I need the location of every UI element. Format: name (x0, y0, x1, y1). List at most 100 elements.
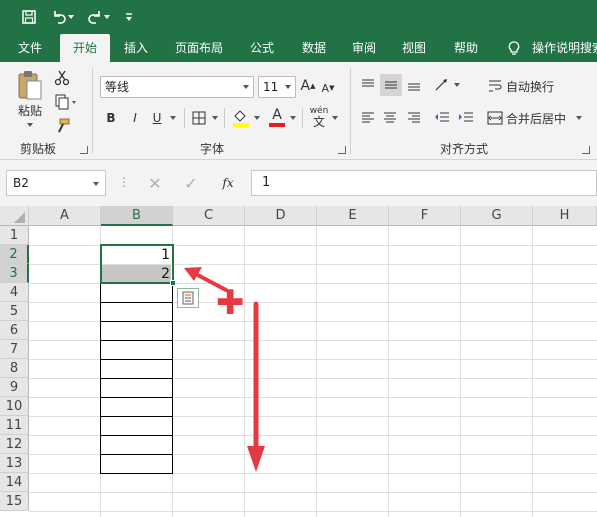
row-header-3[interactable]: 3 (0, 264, 29, 283)
alignment-group-label: 对齐方式 (440, 142, 489, 156)
row-header-13[interactable]: 13 (0, 454, 29, 473)
wrap-text-button[interactable]: 自动换行 (506, 76, 562, 96)
cell-border (100, 302, 173, 303)
row-header-10[interactable]: 10 (0, 397, 29, 416)
row-header-4[interactable]: 4 (0, 283, 29, 302)
tab-home[interactable]: 开始 (60, 34, 110, 62)
cell-border (100, 454, 173, 455)
italic-button[interactable]: I (126, 108, 144, 128)
group-divider (92, 68, 93, 154)
paste-dropdown-icon[interactable] (22, 120, 38, 130)
tab-page-layout[interactable]: 页面布局 (168, 34, 230, 62)
enter-icon[interactable]: ✓ (180, 172, 202, 194)
column-header-g[interactable]: G (461, 206, 533, 226)
formula-input[interactable]: 1 (251, 170, 597, 196)
ribbon-tabs: 文件 开始 插入 页面布局 公式 数据 审阅 视图 帮助 操作说明搜索 (0, 34, 597, 62)
annotation-plus-icon: ✚ (216, 283, 245, 323)
tab-file[interactable]: 文件 (8, 34, 52, 62)
increase-font-icon[interactable]: A ▲ (300, 76, 316, 96)
insert-function-button[interactable]: fx (216, 172, 240, 194)
divider (224, 108, 225, 128)
column-header-e[interactable]: E (317, 206, 389, 226)
tab-help[interactable]: 帮助 (444, 34, 488, 62)
row-header-8[interactable]: 8 (0, 359, 29, 378)
bold-button[interactable]: B (102, 108, 120, 128)
row-header-7[interactable]: 7 (0, 340, 29, 359)
column-header-b[interactable]: B (101, 206, 173, 226)
row-header-12[interactable]: 12 (0, 435, 29, 454)
row-header-1[interactable]: 1 (0, 226, 29, 245)
decrease-indent-icon[interactable] (432, 106, 452, 128)
cell-border (100, 416, 173, 417)
worksheet-grid[interactable]: A B C D E F G H 1 2 3 4 5 6 7 8 9 10 11 … (0, 206, 597, 517)
row-header-6[interactable]: 6 (0, 321, 29, 340)
borders-dropdown-icon[interactable] (210, 108, 220, 128)
row-header-5[interactable]: 5 (0, 302, 29, 321)
align-top-icon[interactable] (358, 74, 378, 96)
cut-icon[interactable] (52, 68, 72, 88)
font-size-box[interactable]: 11 (258, 76, 296, 98)
tab-formulas[interactable]: 公式 (240, 34, 284, 62)
chevron-down-icon (243, 85, 249, 89)
clipboard-group-label: 剪贴板 (20, 142, 57, 156)
chevron-down-icon (285, 85, 291, 89)
column-header-a[interactable]: A (29, 206, 101, 226)
customize-qat-icon[interactable] (118, 6, 140, 28)
clipboard-launcher-icon[interactable] (80, 146, 88, 154)
font-name-box[interactable]: 等线 (100, 76, 254, 98)
align-middle-icon[interactable] (380, 74, 402, 96)
merge-center-button[interactable]: 合并后居中 (506, 108, 572, 128)
format-painter-icon[interactable] (52, 116, 72, 136)
formula-bar-grip-icon: ⋮ (118, 175, 130, 189)
align-right-icon[interactable] (404, 106, 424, 128)
phonetic-guide-button[interactable]: wén 文 (308, 104, 330, 130)
merge-center-icon[interactable] (486, 108, 504, 128)
divider (184, 108, 185, 128)
underline-dropdown-icon[interactable] (168, 108, 178, 128)
phonetic-dropdown-icon[interactable] (330, 108, 340, 128)
cell-b3[interactable]: 2 (102, 265, 172, 283)
decrease-font-icon[interactable]: A ▼ (320, 78, 336, 98)
tab-data[interactable]: 数据 (292, 34, 336, 62)
orientation-icon[interactable] (432, 74, 452, 96)
alignment-launcher-icon[interactable] (582, 146, 590, 154)
copy-icon[interactable] (52, 92, 80, 112)
row-header-2[interactable]: 2 (0, 245, 29, 264)
name-box[interactable]: B2 (6, 170, 106, 196)
column-header-c[interactable]: C (173, 206, 245, 226)
cancel-icon[interactable]: ✕ (144, 172, 166, 194)
formula-bar: B2 ⋮ ✕ ✓ fx 1 (0, 160, 597, 206)
paste-icon[interactable] (14, 68, 46, 102)
row-header-9[interactable]: 9 (0, 378, 29, 397)
row-header-11[interactable]: 11 (0, 416, 29, 435)
tab-view[interactable]: 视图 (392, 34, 436, 62)
cell-b2[interactable]: 1 (102, 246, 172, 264)
merge-dropdown-icon[interactable] (574, 108, 584, 128)
wrap-text-icon[interactable] (486, 76, 504, 96)
column-header-d[interactable]: D (245, 206, 317, 226)
row-header-14[interactable]: 14 (0, 473, 29, 492)
row-header-15[interactable]: 15 (0, 492, 29, 511)
align-bottom-icon[interactable] (404, 74, 424, 96)
tell-me-search[interactable]: 操作说明搜索 (532, 34, 597, 62)
redo-dropdown-icon[interactable] (102, 6, 112, 28)
align-center-icon[interactable] (380, 106, 400, 128)
undo-dropdown-icon[interactable] (66, 6, 76, 28)
font-color-dropdown-icon[interactable] (288, 108, 298, 128)
paste-button[interactable]: 粘贴 (14, 102, 46, 118)
tab-insert[interactable]: 插入 (114, 34, 158, 62)
underline-button[interactable]: U (148, 108, 166, 128)
fill-color-icon[interactable] (230, 106, 252, 130)
column-header-h[interactable]: H (533, 206, 597, 226)
increase-indent-icon[interactable] (456, 106, 476, 128)
fill-color-dropdown-icon[interactable] (252, 108, 262, 128)
save-icon[interactable] (18, 6, 40, 28)
align-left-icon[interactable] (358, 106, 378, 128)
orientation-dropdown-icon[interactable] (452, 74, 462, 96)
borders-icon[interactable] (190, 108, 208, 128)
select-all-corner[interactable] (0, 206, 29, 226)
font-launcher-icon[interactable] (338, 146, 346, 154)
column-header-f[interactable]: F (389, 206, 461, 226)
tab-review[interactable]: 审阅 (342, 34, 386, 62)
font-color-button[interactable]: A (266, 104, 288, 130)
